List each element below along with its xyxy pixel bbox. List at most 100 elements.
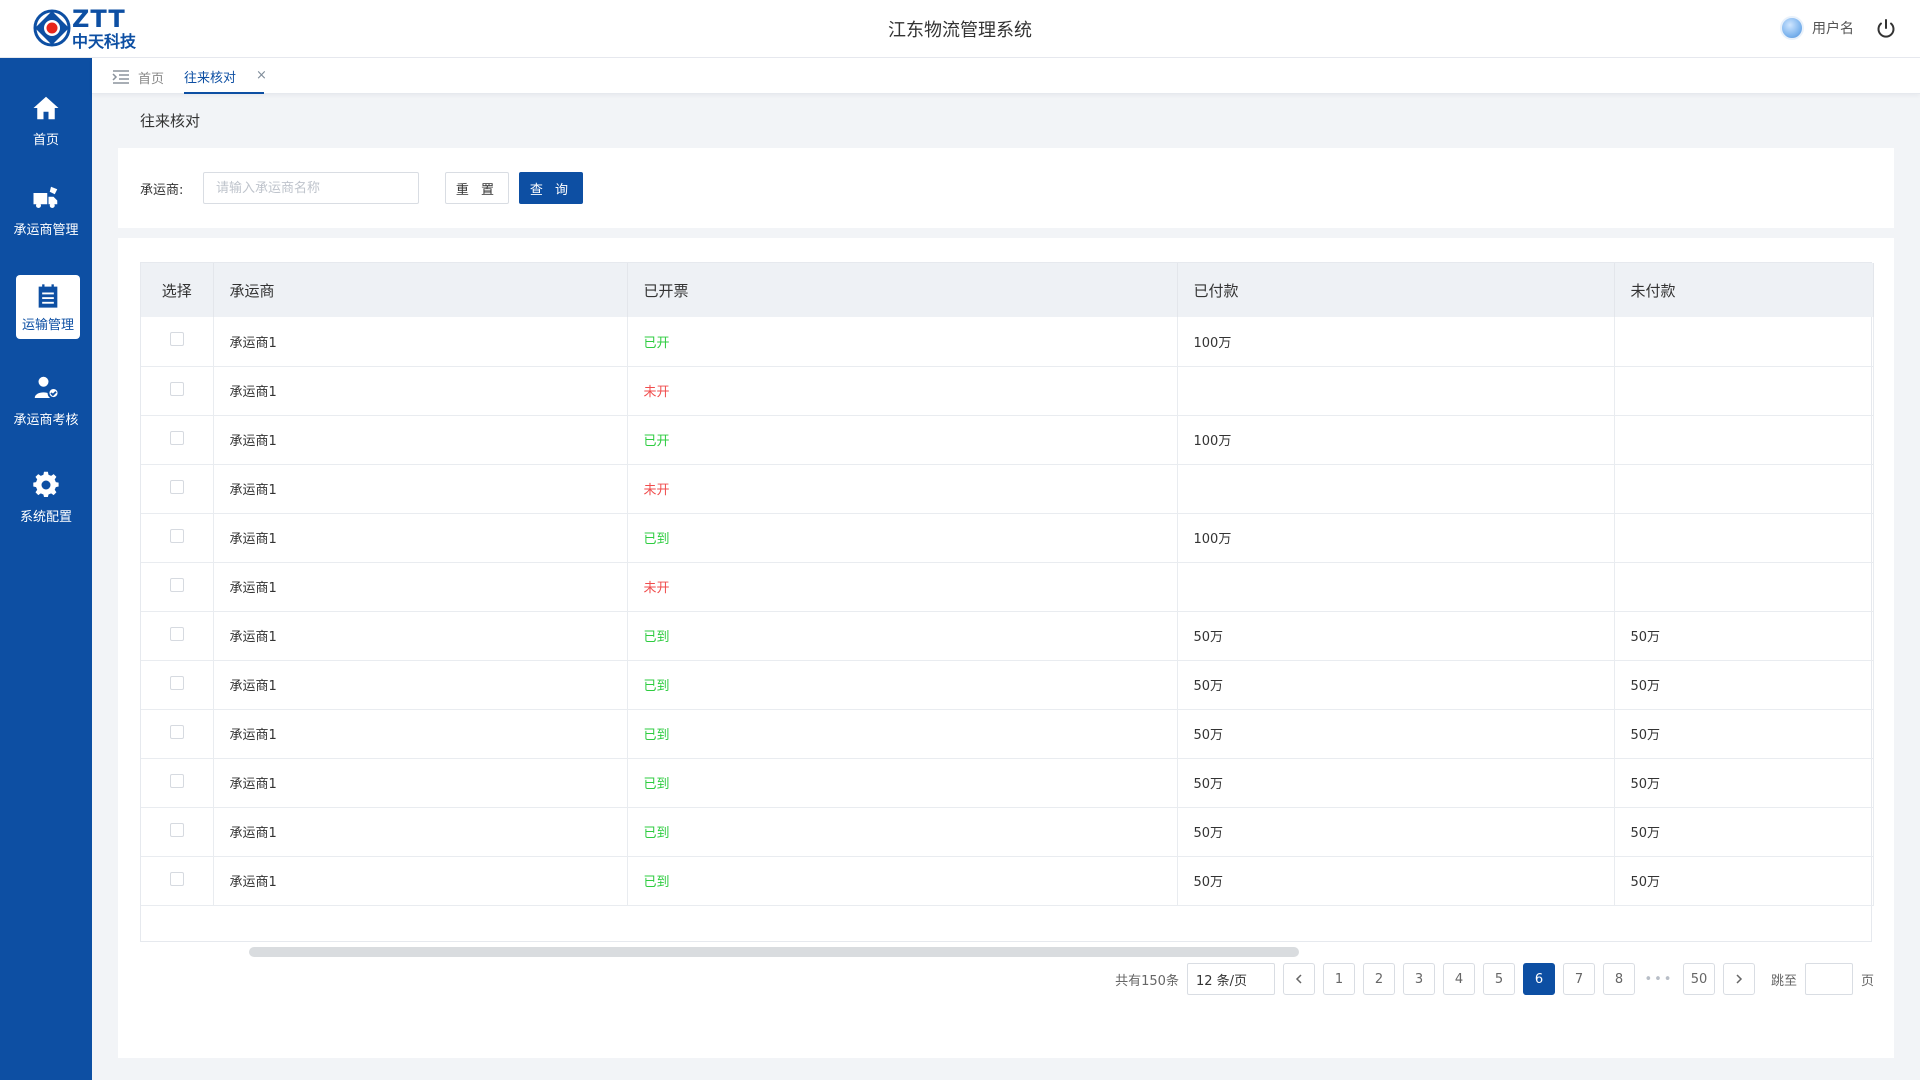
page-button[interactable]: 7 <box>1562 963 1595 995</box>
row-checkbox[interactable] <box>169 822 184 837</box>
carrier-search-input[interactable] <box>203 172 419 204</box>
carrier-filter-label: 承运商: <box>140 183 184 198</box>
table-row: 承运商1 未开 <box>141 562 1874 612</box>
jump-label: 跳至 <box>1770 973 1797 989</box>
home-icon <box>33 96 59 119</box>
row-checkbox[interactable] <box>169 479 184 494</box>
row-checkbox[interactable] <box>169 381 184 396</box>
reset-button[interactable]: 重 置 <box>445 172 509 204</box>
column-header-select: 选择 <box>141 263 214 317</box>
paid-amount-cell: 50万 <box>1177 611 1615 661</box>
app-title: 江东物流管理系统 <box>888 20 1032 41</box>
user-menu[interactable]: 用户名 <box>1780 16 1854 40</box>
row-select-cell <box>141 415 214 465</box>
sidebar-item-label: 系统配置 <box>19 509 72 525</box>
query-button[interactable]: 查 询 <box>519 172 583 204</box>
sidebar-item-carrier-assessment[interactable]: 承运商考核 <box>0 358 92 442</box>
close-icon[interactable]: × <box>256 68 267 83</box>
row-select-cell <box>141 660 214 710</box>
row-checkbox[interactable] <box>169 675 184 690</box>
row-select-cell <box>141 562 214 612</box>
power-icon[interactable] <box>1874 17 1898 41</box>
row-checkbox[interactable] <box>169 773 184 788</box>
user-check-icon <box>34 376 60 399</box>
table-row: 承运商1 已到 50万 50万 <box>141 611 1874 661</box>
row-select-cell <box>141 758 214 808</box>
truck-icon <box>33 186 58 208</box>
invoice-status-cell: 已到 <box>627 513 1178 563</box>
horizontal-scrollbar[interactable] <box>249 947 1299 957</box>
column-header-paid: 已付款 <box>1177 263 1615 317</box>
page-button[interactable]: 1 <box>1322 963 1355 995</box>
page-button[interactable]: 2 <box>1362 963 1395 995</box>
row-checkbox[interactable] <box>169 430 184 445</box>
paid-amount-cell <box>1177 464 1615 514</box>
unpaid-amount-cell <box>1614 464 1874 514</box>
row-checkbox[interactable] <box>169 871 184 886</box>
paid-amount-cell: 50万 <box>1177 709 1615 759</box>
table-row: 承运商1 已开 100万 <box>141 317 1874 367</box>
invoice-status-cell: 已到 <box>627 758 1178 808</box>
sidebar-item-label: 承运商管理 <box>13 222 79 238</box>
paid-amount-cell: 50万 <box>1177 660 1615 710</box>
sidebar-item-transport-management[interactable]: 运输管理 <box>16 275 80 339</box>
unpaid-amount-cell <box>1614 513 1874 563</box>
carrier-cell: 承运商1 <box>213 758 628 808</box>
row-checkbox[interactable] <box>169 528 184 543</box>
page-ellipsis[interactable]: ••• <box>1643 972 1675 987</box>
sidebar-item-system-config[interactable]: 系统配置 <box>0 455 92 539</box>
page-number-list: 12345678 <box>1322 963 1635 995</box>
table-row: 承运商1 未开 <box>141 366 1874 416</box>
page-size-select[interactable]: 12 条/页 <box>1186 963 1275 995</box>
row-select-cell <box>141 709 214 759</box>
tab-reconciliation[interactable]: 往来核对 <box>184 67 264 94</box>
invoice-status-cell: 已开 <box>627 317 1178 367</box>
unpaid-amount-cell <box>1614 366 1874 416</box>
page-button[interactable]: 3 <box>1402 963 1435 995</box>
table-row: 承运商1 已到 50万 50万 <box>141 856 1874 906</box>
carrier-cell: 承运商1 <box>213 513 628 563</box>
sidebar-item-carrier-management[interactable]: 承运商管理 <box>0 168 92 252</box>
carrier-cell: 承运商1 <box>213 366 628 416</box>
filter-panel: 承运商: 重 置 查 询 <box>118 148 1894 228</box>
table-row: 承运商1 未开 <box>141 464 1874 514</box>
paid-amount-cell: 100万 <box>1177 513 1615 563</box>
row-checkbox[interactable] <box>169 577 184 592</box>
username: 用户名 <box>1812 21 1854 37</box>
page-button[interactable]: 4 <box>1442 963 1475 995</box>
page-unit-label: 页 <box>1860 973 1874 989</box>
row-checkbox[interactable] <box>169 626 184 641</box>
table-panel: 选择 承运商 已开票 已付款 未付款 承运商1 已开 100万 承运商1 未开 承运商1 已… <box>118 238 1894 1058</box>
reconciliation-table: 选择 承运商 已开票 已付款 未付款 承运商1 已开 100万 承运商1 未开 承运商1 已… <box>141 263 1874 906</box>
row-checkbox[interactable] <box>169 332 184 347</box>
page-button[interactable]: 8 <box>1602 963 1635 995</box>
paid-amount-cell: 50万 <box>1177 807 1615 857</box>
carrier-cell: 承运商1 <box>213 464 628 514</box>
tab-home[interactable]: 首页 <box>138 68 164 87</box>
invoice-status-cell: 已开 <box>627 415 1178 465</box>
menu-collapse-icon[interactable] <box>112 69 130 85</box>
invoice-status-cell: 已到 <box>627 709 1178 759</box>
page-button-last[interactable]: 50 <box>1682 963 1715 995</box>
unpaid-amount-cell: 50万 <box>1614 758 1874 808</box>
page-button[interactable]: 5 <box>1482 963 1515 995</box>
prev-page-button[interactable] <box>1282 963 1315 995</box>
paid-amount-cell <box>1177 366 1615 416</box>
page-button-current[interactable]: 6 <box>1522 963 1555 995</box>
invoice-status-cell: 已到 <box>627 660 1178 710</box>
carrier-cell: 承运商1 <box>213 562 628 612</box>
unpaid-amount-cell: 50万 <box>1614 807 1874 857</box>
row-checkbox[interactable] <box>169 724 184 739</box>
carrier-cell: 承运商1 <box>213 317 628 367</box>
unpaid-amount-cell: 50万 <box>1614 856 1874 906</box>
next-page-button[interactable] <box>1722 963 1755 995</box>
unpaid-amount-cell <box>1614 562 1874 612</box>
sidebar-item-label: 承运商考核 <box>13 412 79 428</box>
row-select-cell <box>141 807 214 857</box>
sidebar-item-home[interactable]: 首页 <box>0 78 92 162</box>
total-count: 共有150条 <box>1115 973 1179 989</box>
unpaid-amount-cell: 50万 <box>1614 660 1874 710</box>
table-row: 承运商1 已开 100万 <box>141 415 1874 465</box>
row-select-cell <box>141 366 214 416</box>
jump-page-input[interactable] <box>1804 963 1853 995</box>
